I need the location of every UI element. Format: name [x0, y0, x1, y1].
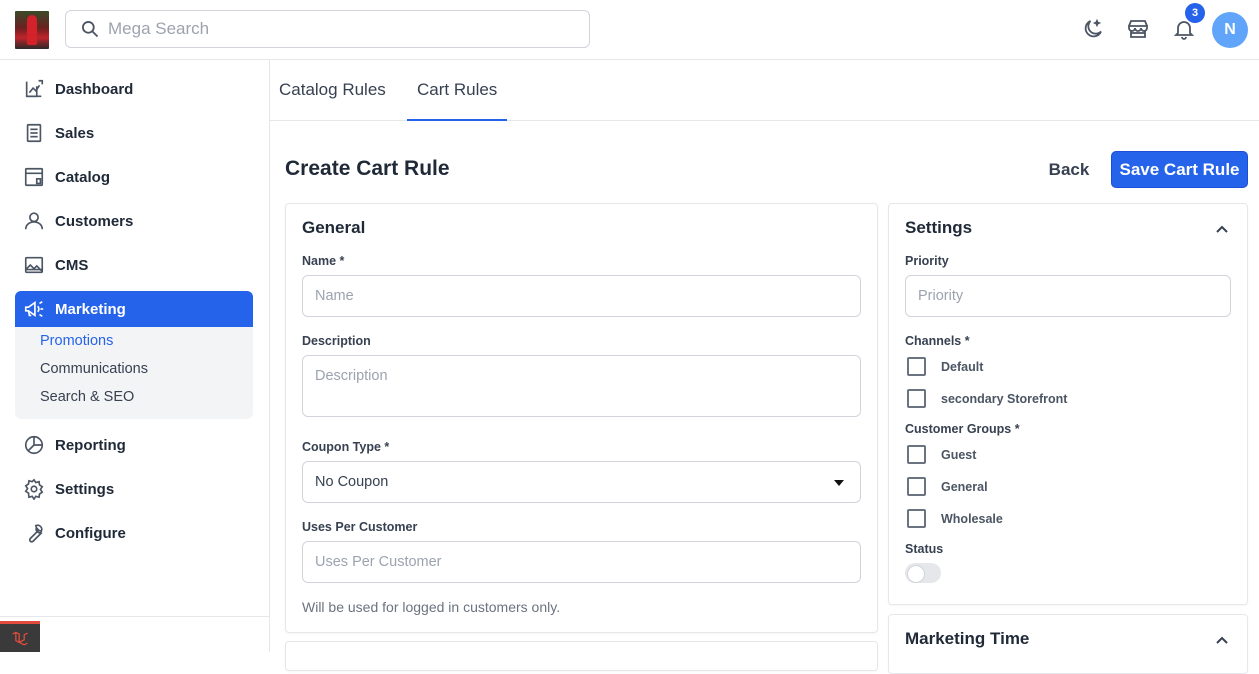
- search-icon: [82, 21, 99, 38]
- checkbox-label: Default: [941, 359, 984, 374]
- priority-label: Priority: [905, 254, 949, 268]
- sidebar-item-label: Settings: [55, 480, 115, 498]
- name-input[interactable]: [302, 275, 861, 317]
- top-bar: 3 N: [0, 0, 1259, 60]
- sidebar-divider: [0, 616, 269, 617]
- sidebar-item-sales[interactable]: Sales: [15, 115, 253, 151]
- store-logo[interactable]: [15, 11, 49, 49]
- general-title: General: [302, 218, 366, 237]
- next-card: [285, 641, 878, 671]
- sidebar-item-settings[interactable]: Settings: [15, 471, 253, 507]
- user-avatar[interactable]: N: [1212, 12, 1248, 48]
- tab-catalog-rules[interactable]: Catalog Rules: [279, 60, 386, 120]
- marketing-icon: [24, 300, 44, 318]
- uses-per-customer-hint: Will be used for logged in customers onl…: [302, 599, 561, 615]
- status-label: Status: [905, 542, 944, 556]
- sidebar-item-dashboard[interactable]: Dashboard: [15, 71, 253, 107]
- sales-icon: [26, 123, 42, 143]
- sidebar-item-customers[interactable]: Customers: [15, 203, 253, 239]
- sidebar-item-cms[interactable]: CMS: [15, 247, 253, 283]
- sidebar-item-configure[interactable]: Configure: [15, 515, 253, 551]
- mega-search[interactable]: [65, 10, 590, 48]
- settings-icon: [24, 478, 44, 500]
- sidebar-item-marketing[interactable]: Marketing: [15, 291, 253, 327]
- laravel-logo-icon: [12, 631, 28, 646]
- checkbox-label: General: [941, 479, 988, 494]
- group-general-checkbox[interactable]: General: [907, 477, 988, 496]
- marketing-time-title: Marketing Time: [905, 629, 1030, 648]
- sidebar-item-label: Customers: [55, 212, 134, 230]
- caret-down-icon: [834, 480, 844, 486]
- reporting-icon: [24, 435, 44, 455]
- description-label: Description: [302, 334, 371, 348]
- coupon-type-value: No Coupon: [315, 474, 389, 490]
- sidebar-subitem-promotions[interactable]: Promotions: [40, 333, 113, 349]
- sidebar-subitem-search-seo[interactable]: Search & SEO: [40, 389, 134, 405]
- dashboard-icon: [25, 79, 44, 98]
- group-wholesale-checkbox[interactable]: Wholesale: [907, 509, 1003, 528]
- settings-title: Settings: [905, 218, 973, 237]
- priority-input[interactable]: [905, 275, 1231, 317]
- rules-tabs: Catalog Rules Cart Rules: [270, 60, 1259, 121]
- group-guest-checkbox[interactable]: Guest: [907, 445, 976, 464]
- chevron-up-icon[interactable]: [1215, 633, 1229, 647]
- coupon-type-label: Coupon Type *: [302, 440, 390, 454]
- sidebar-item-label: Configure: [55, 524, 126, 542]
- channel-default-checkbox[interactable]: Default: [907, 357, 983, 376]
- uses-per-customer-label: Uses Per Customer: [302, 520, 418, 534]
- framework-logo: [0, 621, 40, 652]
- sidebar-item-reporting[interactable]: Reporting: [15, 427, 253, 463]
- sidebar-item-label: Dashboard: [55, 80, 134, 98]
- checkbox[interactable]: [907, 445, 926, 464]
- name-label: Name *: [302, 254, 345, 268]
- description-textarea[interactable]: [302, 355, 861, 417]
- sidebar: Dashboard Sales Catalog Customers CMS Ma…: [0, 60, 270, 652]
- sidebar-subitem-communications[interactable]: Communications: [40, 361, 148, 377]
- cms-icon: [24, 256, 44, 274]
- sidebar-item-label: Reporting: [55, 436, 126, 454]
- back-button[interactable]: Back: [1040, 152, 1098, 188]
- checkbox[interactable]: [907, 509, 926, 528]
- sidebar-item-label: Catalog: [55, 168, 111, 186]
- checkbox[interactable]: [907, 357, 926, 376]
- sidebar-item-catalog[interactable]: Catalog: [15, 159, 253, 195]
- checkbox-label: Wholesale: [941, 511, 1003, 526]
- checkbox[interactable]: [907, 477, 926, 496]
- status-toggle[interactable]: [905, 563, 941, 583]
- search-input[interactable]: [108, 19, 558, 39]
- checkbox[interactable]: [907, 389, 926, 408]
- coupon-type-select[interactable]: No Coupon: [302, 461, 861, 503]
- dark-mode-icon[interactable]: [1081, 17, 1105, 41]
- sidebar-item-label: Sales: [55, 124, 95, 142]
- catalog-icon: [24, 167, 44, 187]
- customer-groups-label: Customer Groups *: [905, 422, 1020, 436]
- uses-per-customer-input[interactable]: [302, 541, 861, 583]
- storefront-icon[interactable]: [1126, 17, 1150, 41]
- sidebar-item-label: CMS: [55, 256, 89, 274]
- configure-icon: [29, 524, 43, 543]
- notification-count-badge: 3: [1185, 3, 1205, 23]
- checkbox-label: secondary Storefront: [941, 391, 1068, 406]
- chevron-up-icon[interactable]: [1215, 222, 1229, 236]
- customers-icon: [24, 212, 44, 230]
- save-cart-rule-button[interactable]: Save Cart Rule: [1111, 151, 1248, 188]
- channel-secondary-storefront-checkbox[interactable]: secondary Storefront: [907, 389, 1067, 408]
- sidebar-item-label: Marketing: [55, 300, 126, 318]
- tab-cart-rules[interactable]: Cart Rules: [407, 60, 508, 121]
- channels-label: Channels *: [905, 334, 970, 348]
- checkbox-label: Guest: [941, 447, 977, 462]
- page-title: Create Cart Rule: [285, 157, 450, 180]
